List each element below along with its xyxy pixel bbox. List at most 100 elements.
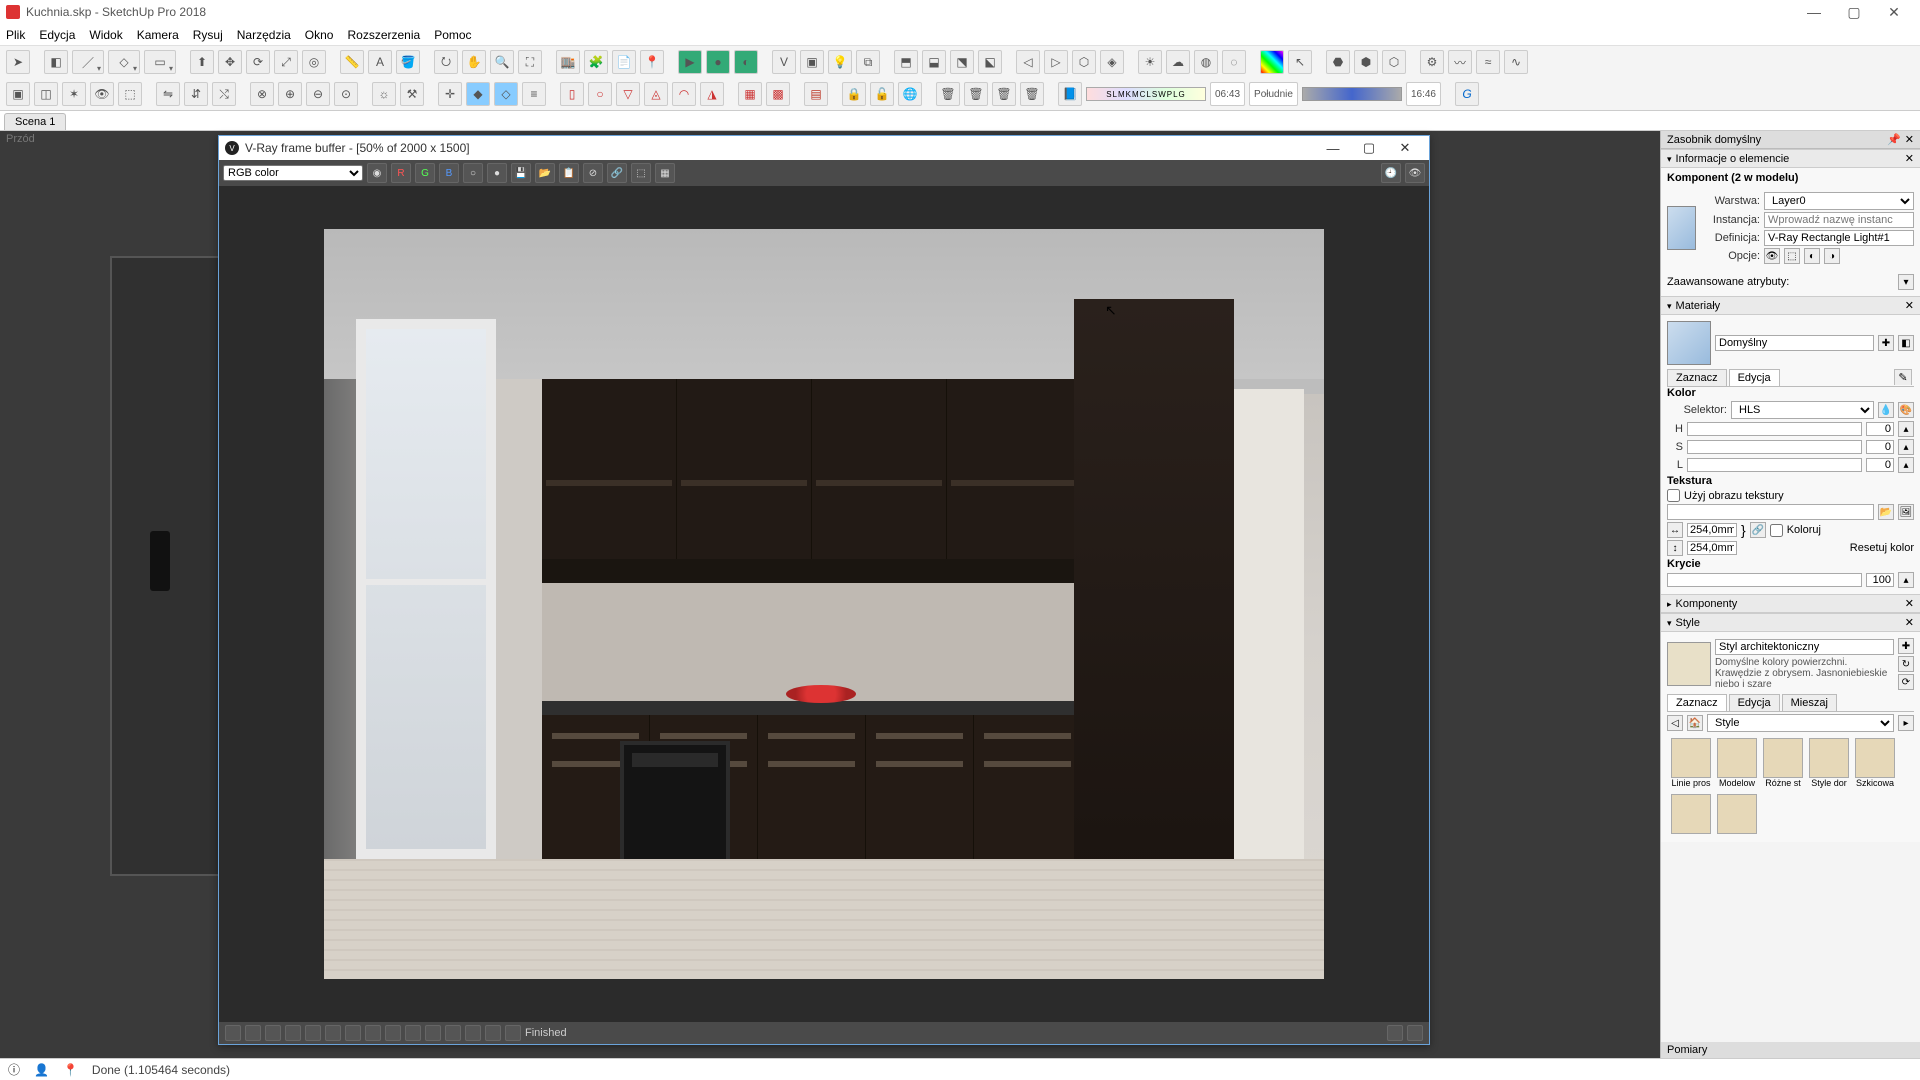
section-cut-icon[interactable]: ⬔ xyxy=(950,50,974,74)
vray-fur-icon[interactable]: ≡ xyxy=(522,82,546,106)
spinner-icon[interactable]: ▴ xyxy=(1898,572,1914,588)
close-button[interactable]: ✕ xyxy=(1874,4,1914,21)
menu-view[interactable]: Widok xyxy=(89,28,122,42)
vfb-status-btn[interactable] xyxy=(385,1025,401,1041)
vfb-green-button[interactable]: G xyxy=(415,163,435,183)
trash2-icon[interactable]: 🗑 xyxy=(964,82,988,106)
vfb-title-bar[interactable]: V V-Ray frame buffer - [50% of 2000 x 15… xyxy=(219,136,1429,160)
status-icon[interactable]: 👤 xyxy=(34,1063,49,1077)
vfb-dock-icon[interactable] xyxy=(1387,1025,1403,1041)
vray-infinite-icon[interactable]: ▦ xyxy=(738,82,762,106)
tex-width[interactable] xyxy=(1687,523,1737,537)
eraser-tool-icon[interactable]: ◧ xyxy=(44,50,68,74)
tape-tool-icon[interactable]: 📏 xyxy=(340,50,364,74)
style-thumb-item[interactable] xyxy=(1855,738,1895,778)
style-back-icon[interactable]: ◁ xyxy=(1667,715,1683,731)
spinner-icon[interactable]: ▴ xyxy=(1898,439,1914,455)
material-create-icon[interactable]: ✚ xyxy=(1878,335,1894,351)
intersect-icon[interactable]: ⊗ xyxy=(250,82,274,106)
material-default-icon[interactable]: ◧ xyxy=(1898,335,1914,351)
maximize-button[interactable]: ▢ xyxy=(1834,4,1874,21)
line-tool-icon[interactable]: ／ xyxy=(72,50,104,74)
style-name-input[interactable] xyxy=(1715,639,1894,655)
style-thumb-item[interactable] xyxy=(1717,794,1757,834)
status-icon[interactable]: 📍 xyxy=(63,1063,78,1077)
vray-light-ies-icon[interactable]: ◬ xyxy=(644,82,668,106)
zoom-tool-icon[interactable]: 🔍 xyxy=(490,50,514,74)
vfb-status-btn[interactable] xyxy=(465,1025,481,1041)
extension-icon[interactable]: 🧩 xyxy=(584,50,608,74)
panel-close-icon[interactable]: ✕ xyxy=(1905,597,1914,610)
entity-info-header[interactable]: ▾Informacje o elemencie ✕ xyxy=(1661,149,1920,168)
vfb-history-icon[interactable]: 🕘 xyxy=(1381,163,1401,183)
vray-light-mesh-icon[interactable]: ◮ xyxy=(700,82,724,106)
menu-draw[interactable]: Rysuj xyxy=(193,28,223,42)
toggle-shadow-icon[interactable]: ◐ xyxy=(1804,248,1820,264)
make-component-icon[interactable]: ◫ xyxy=(34,82,58,106)
vray-light-spot-icon[interactable]: ▽ xyxy=(616,82,640,106)
shadow-icon[interactable]: ☀ xyxy=(1138,50,1162,74)
vfb-mono-icon[interactable]: ○ xyxy=(463,163,483,183)
vfb-track-icon[interactable]: ▦ xyxy=(655,163,675,183)
current-style-thumb[interactable] xyxy=(1667,642,1711,686)
tex-height[interactable] xyxy=(1687,541,1737,555)
vfb-status-btn[interactable] xyxy=(485,1025,501,1041)
vfb-status-btn[interactable] xyxy=(445,1025,461,1041)
backedge-icon[interactable]: ◌ xyxy=(1222,50,1246,74)
menu-edit[interactable]: Edycja xyxy=(39,28,75,42)
vfb-status-btn[interactable] xyxy=(225,1025,241,1041)
solid-union-icon[interactable]: ⬡ xyxy=(1382,50,1406,74)
section-fill-icon[interactable]: ⬕ xyxy=(978,50,1002,74)
opacity-value[interactable] xyxy=(1866,573,1894,587)
sandbox-icon[interactable]: 〰 xyxy=(1448,50,1472,74)
colorize-checkbox[interactable] xyxy=(1770,524,1783,537)
l-value[interactable] xyxy=(1866,458,1894,472)
vfb-minimize-button[interactable]: — xyxy=(1315,141,1351,156)
menu-window[interactable]: Okno xyxy=(305,28,334,42)
brick-icon[interactable]: ▤ xyxy=(804,82,828,106)
material-swatch[interactable] xyxy=(1667,206,1696,250)
pushpull-tool-icon[interactable]: ⬆ xyxy=(190,50,214,74)
materials-tab-edit[interactable]: Edycja xyxy=(1729,369,1780,386)
vray-asset-icon[interactable]: V xyxy=(772,50,796,74)
plugin-icon[interactable]: G xyxy=(1455,82,1479,106)
style-thumb-item[interactable] xyxy=(1809,738,1849,778)
styles-tab-select[interactable]: Zaznacz xyxy=(1667,694,1727,711)
flip-icon[interactable]: ⇋ xyxy=(156,82,180,106)
texture-path-input[interactable] xyxy=(1667,504,1874,520)
select-tool-icon[interactable]: ➤ xyxy=(6,50,30,74)
move-tool-icon[interactable]: ✥ xyxy=(218,50,242,74)
panel-close-icon[interactable]: ✕ xyxy=(1905,152,1914,165)
vfb-open-icon[interactable]: 📂 xyxy=(535,163,555,183)
vfb-status-btn[interactable] xyxy=(345,1025,361,1041)
l-slider[interactable] xyxy=(1687,458,1862,472)
solid-icon[interactable]: ⬣ xyxy=(1326,50,1350,74)
color-wheel-icon[interactable]: 🎨 xyxy=(1898,402,1914,418)
vfb-alpha-icon[interactable]: ● xyxy=(487,163,507,183)
vray-grid-icon[interactable]: ▩ xyxy=(766,82,790,106)
flip2-icon[interactable]: ⇵ xyxy=(184,82,208,106)
toggle-lock-icon[interactable]: ⬚ xyxy=(1784,248,1800,264)
warehouse-icon[interactable]: 🏬 xyxy=(556,50,580,74)
advanced-expand-icon[interactable]: ▾ xyxy=(1898,274,1914,290)
styles-tab-edit[interactable]: Edycja xyxy=(1729,694,1780,711)
vray-light-rect-icon[interactable]: ▯ xyxy=(560,82,584,106)
vray-viewport-icon[interactable]: ◐ xyxy=(734,50,758,74)
section-display-icon[interactable]: ⬓ xyxy=(922,50,946,74)
unlock-icon[interactable]: 🔓 xyxy=(870,82,894,106)
style-refresh-icon[interactable]: ⟳ xyxy=(1898,674,1914,690)
vfb-expand-icon[interactable] xyxy=(1407,1025,1423,1041)
materials-header[interactable]: ▾Materiały ✕ xyxy=(1661,296,1920,315)
use-texture-checkbox[interactable] xyxy=(1667,489,1680,502)
vfb-save-icon[interactable]: 💾 xyxy=(511,163,531,183)
intersect4-icon[interactable]: ⊙ xyxy=(334,82,358,106)
scale-tool-icon[interactable]: ⤢ xyxy=(274,50,298,74)
toggle-visible-icon[interactable]: 👁 xyxy=(1764,248,1780,264)
menu-camera[interactable]: Kamera xyxy=(137,28,179,42)
explode-icon[interactable]: ✶ xyxy=(62,82,86,106)
vray-sun-icon[interactable]: ☼ xyxy=(372,82,396,106)
hide-icon[interactable]: 👁 xyxy=(90,82,114,106)
vfb-channel-select[interactable]: RGB color xyxy=(223,165,363,181)
vfb-status-btn[interactable] xyxy=(425,1025,441,1041)
vfb-status-btn[interactable] xyxy=(305,1025,321,1041)
